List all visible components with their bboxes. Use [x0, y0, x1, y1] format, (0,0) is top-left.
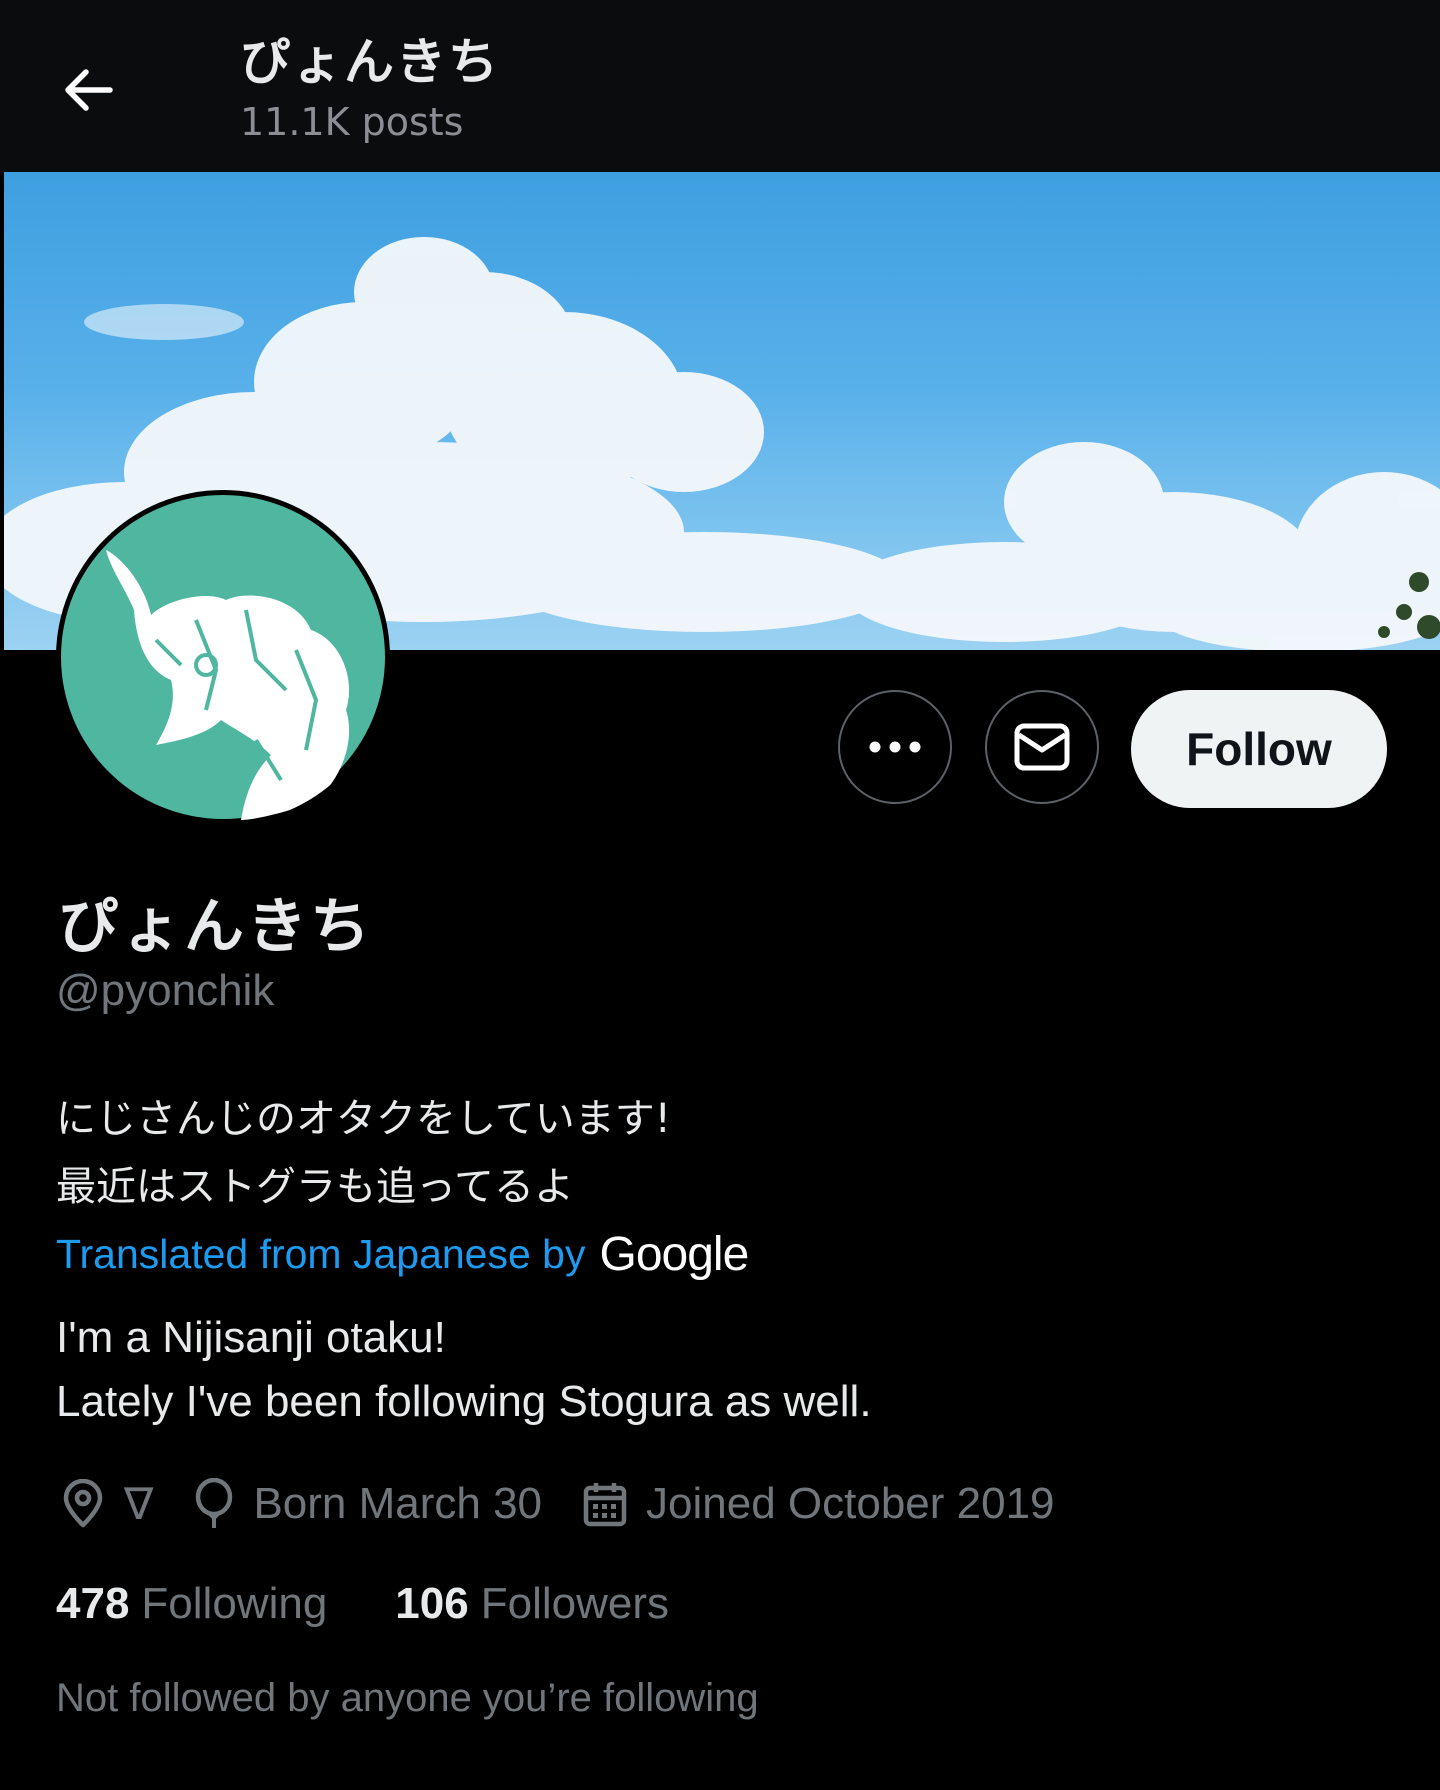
birthday-text: Born March 30 — [253, 1479, 543, 1528]
header-title: ぴょんきち — [240, 33, 500, 91]
message-button[interactable] — [985, 690, 1099, 804]
following-link[interactable]: 478 Following — [56, 1579, 327, 1629]
followers-label: Followers — [480, 1579, 669, 1628]
following-label: Following — [141, 1579, 328, 1628]
display-name: ぴょんきち — [58, 892, 373, 962]
profile-meta: ∇ Born March 30 Joined October 2019 — [60, 1474, 1095, 1534]
translated-label[interactable]: Translated from Japanese by — [56, 1231, 585, 1278]
back-button[interactable] — [52, 54, 124, 126]
translation-line: Lately I've been following Stogura as we… — [56, 1377, 872, 1426]
following-count: 478 — [56, 1579, 130, 1628]
calendar-icon — [583, 1483, 627, 1527]
location-item: ∇ — [60, 1479, 153, 1530]
bio-translation: I'm a Nijisanji otaku! Lately I've been … — [56, 1306, 872, 1434]
handle: @pyonchik — [56, 966, 275, 1015]
back-arrow-icon — [65, 69, 113, 111]
translation-attribution[interactable]: Translated from Japanese by Google — [56, 1226, 749, 1282]
follow-button[interactable]: Follow — [1131, 690, 1387, 808]
followers-link[interactable]: 106 Followers — [395, 1579, 669, 1629]
joined-item: Joined October 2019 — [582, 1479, 1055, 1529]
joined-text: Joined October 2019 — [646, 1479, 1055, 1528]
translation-line: I'm a Nijisanji otaku! — [56, 1313, 446, 1362]
location-icon — [63, 1479, 103, 1528]
bio: にじさんじのオタクをしています! 最近はストグラも追ってるよ — [56, 1085, 671, 1221]
bio-line: にじさんじのオタクをしています! — [56, 1096, 671, 1142]
birthday-item: Born March 30 — [193, 1478, 542, 1530]
balloon-icon — [196, 1478, 233, 1528]
top-bar: ぴょんきち 11.1K posts — [0, 0, 1440, 172]
more-button[interactable] — [838, 690, 952, 804]
follow-stats: 478 Following 106 Followers — [56, 1576, 669, 1632]
posts-count: 11.1K posts — [240, 100, 464, 144]
google-logo: Google — [599, 1227, 749, 1281]
profile-actions: Follow — [0, 690, 1440, 810]
followers-count: 106 — [395, 1579, 469, 1628]
location-text: ∇ — [124, 1479, 154, 1529]
social-context: Not followed by anyone you’re following — [56, 1676, 759, 1720]
mail-icon — [1014, 723, 1070, 771]
more-icon — [869, 741, 921, 753]
bio-line: 最近はストグラも追ってるよ — [56, 1164, 574, 1210]
